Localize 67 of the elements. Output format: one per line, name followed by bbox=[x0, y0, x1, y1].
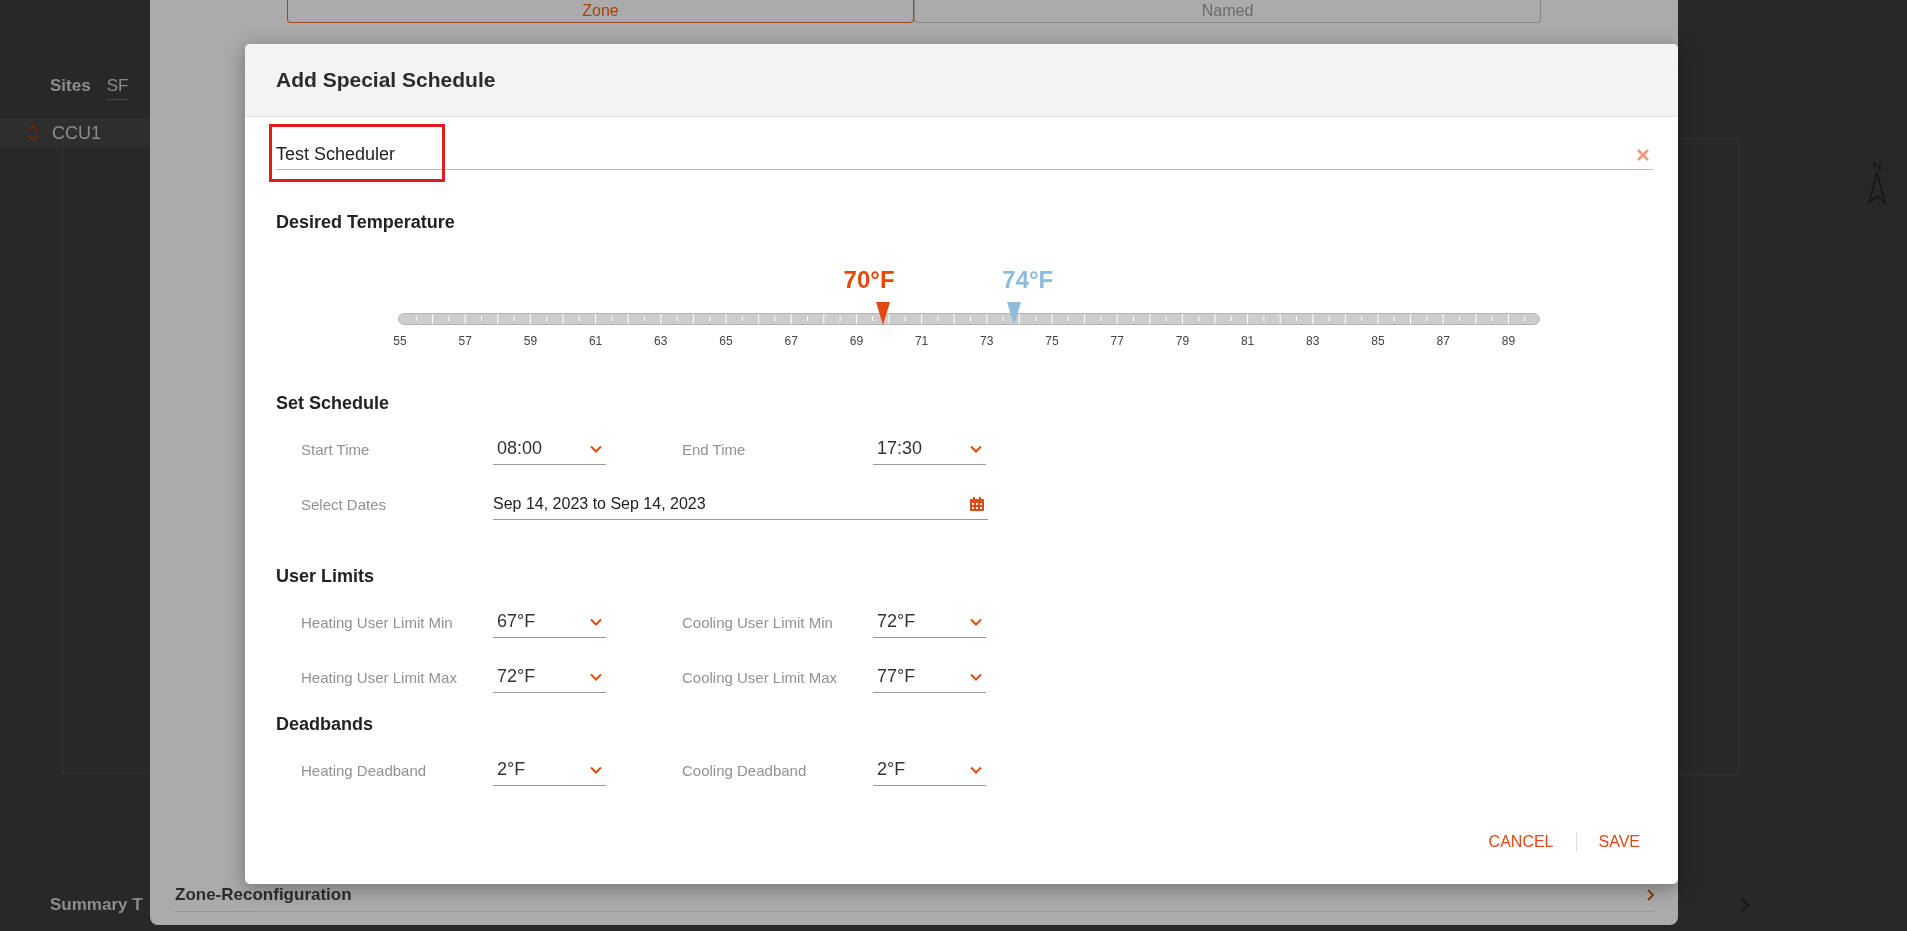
field-label: Heating Deadband bbox=[301, 761, 428, 779]
scale-label: 55 bbox=[393, 334, 407, 348]
scale-label: 81 bbox=[1240, 334, 1255, 348]
scale-label: 63 bbox=[654, 334, 668, 348]
field-label: Cooling User Limit Max bbox=[682, 668, 839, 686]
scale-label: 57 bbox=[458, 334, 472, 348]
nav-tab[interactable]: SF bbox=[106, 76, 129, 100]
calendar-icon bbox=[970, 496, 984, 511]
field-label: Heating User Limit Min bbox=[301, 613, 454, 631]
scale-label: 73 bbox=[980, 334, 994, 348]
chevron-down-icon bbox=[970, 617, 982, 626]
scale-label: 69 bbox=[849, 334, 864, 348]
scale-label: 77 bbox=[1110, 334, 1124, 348]
field-label: Heating User Limit Max bbox=[301, 668, 458, 686]
section-title: User Limits bbox=[276, 565, 376, 588]
dialog-button[interactable]: SAVE bbox=[1598, 829, 1640, 855]
field-label: Cooling Deadband bbox=[682, 761, 808, 779]
chevron-down-icon bbox=[590, 444, 602, 453]
temperature-reading: 74°F bbox=[1002, 266, 1054, 294]
scale-label: 67 bbox=[784, 334, 798, 348]
field-label: End Time bbox=[682, 440, 747, 458]
chevron-down-icon bbox=[590, 617, 602, 626]
section-heading: Summary T bbox=[50, 895, 143, 915]
dialog-button[interactable]: CANCEL bbox=[1488, 829, 1554, 855]
field-label: Start Time bbox=[301, 440, 371, 458]
sort-icon bbox=[28, 124, 38, 142]
list-item-label: CCU1 bbox=[52, 122, 101, 144]
section-title: Deadbands bbox=[276, 713, 375, 736]
dropdown[interactable]: 17:30 bbox=[873, 433, 986, 465]
chevron-down-icon bbox=[970, 444, 982, 453]
scale-label: 83 bbox=[1306, 334, 1320, 348]
scale-label: 85 bbox=[1371, 334, 1385, 348]
scale-label: 89 bbox=[1501, 334, 1516, 348]
scale-label: 71 bbox=[914, 334, 929, 348]
dropdown[interactable]: 72°F bbox=[873, 606, 986, 638]
dropdown[interactable]: 2°F bbox=[873, 754, 986, 786]
chevron-down-icon bbox=[970, 765, 982, 774]
chevron-down-icon bbox=[590, 765, 602, 774]
temperature-reading: 70°F bbox=[843, 266, 895, 294]
scale-label: 61 bbox=[588, 334, 603, 348]
temperature-slider-track[interactable] bbox=[398, 313, 1540, 325]
date-range-field[interactable]: Sep 14, 2023 to Sep 14, 2023 bbox=[493, 488, 988, 520]
field-label: Select Dates bbox=[301, 495, 388, 513]
chevron-down-icon bbox=[590, 672, 602, 681]
scale-label: 87 bbox=[1436, 334, 1450, 348]
dropdown[interactable]: 2°F bbox=[493, 754, 606, 786]
close-icon[interactable] bbox=[1637, 149, 1649, 161]
slider-marker[interactable] bbox=[876, 302, 891, 325]
dropdown[interactable]: 67°F bbox=[493, 606, 606, 638]
slider-marker[interactable] bbox=[1006, 302, 1021, 325]
dropdown[interactable]: 72°F bbox=[493, 661, 606, 693]
chevron-right-icon[interactable] bbox=[1647, 889, 1655, 901]
section-title: Set Schedule bbox=[276, 392, 391, 415]
name-field[interactable]: Test Scheduler bbox=[276, 140, 1653, 170]
scale-label: 65 bbox=[719, 334, 733, 348]
field-label: Cooling User Limit Min bbox=[682, 613, 834, 631]
scale-label: 75 bbox=[1045, 334, 1059, 348]
dialog-title: Add Special Schedule bbox=[276, 68, 496, 92]
scale-label: 79 bbox=[1175, 334, 1190, 348]
scale-label: 59 bbox=[523, 334, 538, 348]
nav-tab[interactable]: Sites bbox=[50, 76, 91, 100]
chevron-down-icon bbox=[970, 672, 982, 681]
section-title: Desired Temperature bbox=[276, 211, 456, 234]
dropdown[interactable]: 77°F bbox=[873, 661, 986, 693]
dropdown[interactable]: 08:00 bbox=[493, 433, 606, 465]
list-item[interactable]: CCU1 bbox=[0, 118, 150, 148]
section-heading[interactable]: Zone-Reconfiguration bbox=[175, 885, 352, 905]
